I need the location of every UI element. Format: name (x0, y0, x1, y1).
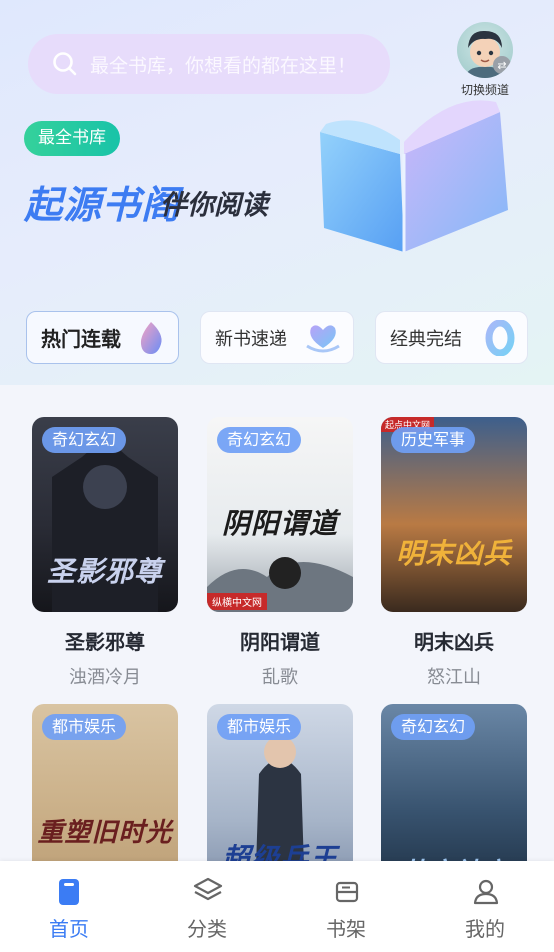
book-title: 明末凶兵 (414, 630, 494, 654)
app-slogan-sub: 伴你阅读 (160, 190, 268, 221)
genre-badge: 奇幻玄幻 (42, 427, 127, 453)
book-author: 浊酒冷月 (69, 667, 141, 688)
book-author: 乱歌 (262, 667, 298, 688)
user-icon (473, 879, 499, 905)
publisher-mark: 纵横中文网 (207, 593, 267, 610)
tab-category[interactable]: 分类 (138, 861, 276, 952)
channel-hot-serial[interactable]: 热门连载 (26, 311, 179, 364)
book-author: 怒江山 (427, 667, 481, 688)
genre-badge: 历史军事 (391, 427, 476, 453)
bottom-tab-bar: 首页 分类 书架 我的 (0, 861, 554, 952)
book-cover[interactable]: 奇幻玄幻 圣影邪尊 (32, 417, 178, 612)
cover-title: 明末凶兵 (395, 537, 512, 570)
book-card[interactable]: 起点中文网 历史军事 明末凶兵 明末凶兵 怒江山 (381, 417, 527, 689)
tab-home-label: 首页 (49, 917, 89, 941)
avatar[interactable]: ⇄ (457, 22, 513, 78)
home-icon (59, 879, 79, 905)
channel-new-books-label: 新书速递 (215, 328, 287, 350)
bookshelf-icon (335, 881, 359, 903)
tab-bookshelf-label: 书架 (326, 917, 366, 941)
search-icon (53, 52, 77, 76)
app-slogan-main: 起源书阁 (24, 183, 181, 227)
genre-badge: 都市娱乐 (42, 714, 127, 740)
cover-title: 阴阳谓道 (221, 507, 338, 540)
genre-badge: 都市娱乐 (217, 714, 302, 740)
tab-home[interactable]: 首页 (0, 861, 138, 952)
tab-bookshelf[interactable]: 书架 (277, 861, 415, 952)
book-title: 圣影邪尊 (65, 630, 145, 654)
tab-mine-label: 我的 (465, 917, 505, 941)
book-cover[interactable]: 奇幻玄幻 阴阳谓道 纵横中文网 (207, 417, 353, 612)
open-book-illustration (320, 100, 508, 252)
tab-mine[interactable]: 我的 (416, 861, 554, 952)
channel-new-books[interactable]: 新书速递 (200, 311, 354, 364)
swap-icon: ⇄ (493, 56, 511, 74)
channel-hot-serial-label: 热门连载 (41, 327, 121, 351)
channel-switch[interactable]: ⇄ 切换频道 (456, 22, 514, 97)
layers-icon (193, 877, 223, 901)
cover-title: 圣影邪尊 (46, 555, 163, 588)
genre-badge: 奇幻玄幻 (391, 714, 476, 740)
flame-icon (140, 322, 162, 354)
library-tag: 最全书库 (24, 121, 120, 156)
book-title: 阴阳谓道 (240, 630, 320, 654)
tab-category-label: 分类 (187, 917, 227, 941)
book-card[interactable]: 奇幻玄幻 阴阳谓道 纵横中文网 阴阳谓道 乱歌 (207, 417, 353, 689)
cover-title: 重塑旧时光 (37, 818, 173, 848)
heart-tray-icon (306, 325, 340, 353)
channel-classic-finished-label: 经典完结 (390, 328, 462, 350)
book-card[interactable]: 奇幻玄幻 圣影邪尊 圣影邪尊 浊酒冷月 (32, 417, 178, 689)
search-bar[interactable]: 最全书库，你想看的都在这里！ (28, 34, 390, 94)
channel-classic-finished[interactable]: 经典完结 (375, 311, 528, 364)
book-cover[interactable]: 起点中文网 历史军事 明末凶兵 (381, 417, 527, 612)
genre-badge: 奇幻玄幻 (217, 427, 302, 453)
ring-icon (485, 320, 515, 356)
search-placeholder: 最全书库，你想看的都在这里！ (90, 54, 357, 77)
